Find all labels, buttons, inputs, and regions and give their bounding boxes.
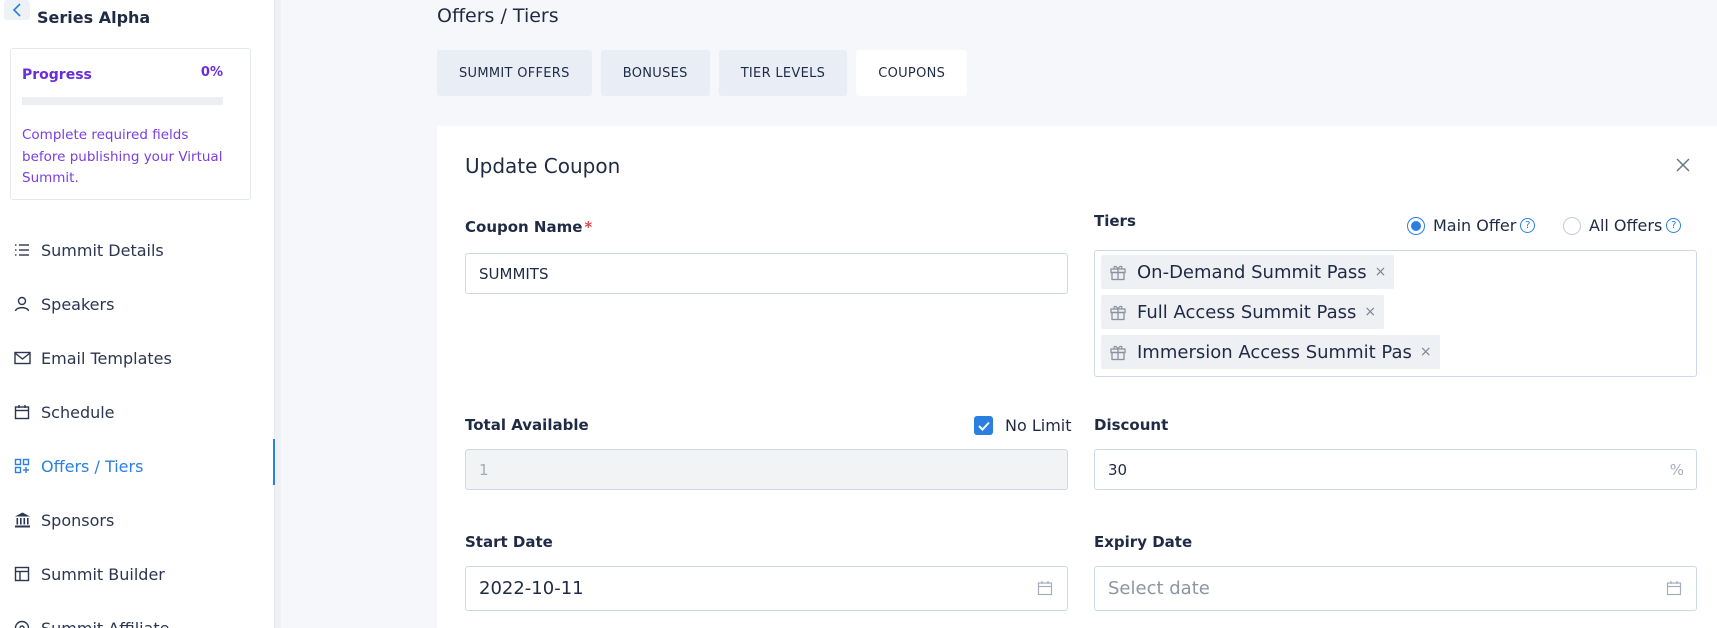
sidebar-item-summit-details[interactable]: Summit Details xyxy=(0,223,275,277)
remove-tag-icon[interactable]: × xyxy=(1375,264,1387,280)
progress-message: Complete required fields before publishi… xyxy=(22,127,223,186)
sidebar-item-label: Email Templates xyxy=(41,348,172,368)
close-icon xyxy=(1676,158,1690,172)
close-button[interactable] xyxy=(1675,156,1695,176)
tab-bar: SUMMIT OFFERS BONUSES TIER LEVELS COUPON… xyxy=(437,50,968,96)
affiliate-icon xyxy=(13,619,31,628)
chevron-left-icon xyxy=(12,3,21,17)
breadcrumb: Offers / Tiers xyxy=(437,5,559,27)
radio-main-offer[interactable]: Main Offer ? xyxy=(1407,216,1536,235)
sidebar-item-speakers[interactable]: Speakers xyxy=(0,277,275,331)
sidebar-item-label: Schedule xyxy=(41,402,115,422)
discount-value: 30 xyxy=(1108,460,1128,479)
radio-main-offer-button[interactable] xyxy=(1407,216,1425,235)
radio-all-offers[interactable]: All Offers ? xyxy=(1563,216,1682,235)
sidebar-item-summit-affiliate[interactable]: Summit Affiliate xyxy=(0,601,275,628)
sidebar-item-offers-tiers[interactable]: Offers / Tiers xyxy=(0,439,275,493)
sidebar-item-label: Summit Builder xyxy=(41,564,165,584)
update-coupon-panel: Update Coupon Coupon Name * SUMMITS Tiers… xyxy=(437,126,1717,628)
tier-tag: Immersion Access Summit Pas × xyxy=(1101,335,1440,369)
radio-main-offer-label: Main Offer xyxy=(1433,216,1517,235)
start-date-value: 2022-10-11 xyxy=(479,578,584,599)
sidebar-item-schedule[interactable]: Schedule xyxy=(0,385,275,439)
expiry-date-input[interactable]: Select date xyxy=(1094,566,1697,611)
coupon-name-label-text: Coupon Name xyxy=(465,218,583,236)
sidebar-nav: Summit Details Speakers Email Templates … xyxy=(0,223,275,628)
coupon-name-input[interactable]: SUMMITS xyxy=(465,253,1068,294)
required-mark: * xyxy=(584,218,593,236)
coupon-name-value: SUMMITS xyxy=(479,264,549,283)
sidebar-item-summit-builder[interactable]: Summit Builder xyxy=(0,547,275,601)
tab-bonuses[interactable]: BONUSES xyxy=(600,50,710,96)
gift-icon xyxy=(1110,305,1126,321)
discount-label: Discount xyxy=(1094,416,1169,434)
no-limit-checkbox[interactable]: No Limit xyxy=(974,416,1072,435)
total-available-label: Total Available xyxy=(465,416,589,434)
percent-suffix: % xyxy=(1669,460,1684,479)
progress-label: Progress xyxy=(22,67,92,83)
back-button[interactable] xyxy=(4,0,30,20)
discount-input[interactable]: 30 % xyxy=(1094,449,1697,490)
sidebar-item-label: Sponsors xyxy=(41,510,115,530)
offers-icon xyxy=(13,457,31,475)
help-icon[interactable]: ? xyxy=(1520,218,1536,233)
layout-icon xyxy=(13,565,31,583)
sidebar: Series Alpha Progress 0% Complete requir… xyxy=(0,0,275,628)
tab-tier-levels[interactable]: TIER LEVELS xyxy=(718,50,848,96)
tab-coupons[interactable]: COUPONS xyxy=(856,50,968,96)
sidebar-item-email-templates[interactable]: Email Templates xyxy=(0,331,275,385)
progress-percent: 0% xyxy=(200,65,223,80)
sidebar-divider xyxy=(275,0,281,628)
help-icon[interactable]: ? xyxy=(1666,218,1682,233)
total-available-value: 1 xyxy=(479,460,489,479)
calendar-icon[interactable] xyxy=(1037,580,1053,596)
start-date-label: Start Date xyxy=(465,533,553,551)
panel-title: Update Coupon xyxy=(465,154,621,178)
remove-tag-icon[interactable]: × xyxy=(1364,304,1376,320)
total-available-input[interactable]: 1 xyxy=(465,449,1068,490)
gift-icon xyxy=(1110,265,1126,281)
checkbox-checked[interactable] xyxy=(974,416,993,435)
progress-card: Progress 0% Complete required fields bef… xyxy=(10,48,251,200)
check-icon xyxy=(977,421,990,431)
tag-row: Full Access Summit Pass × xyxy=(1101,295,1690,335)
tier-tag: On-Demand Summit Pass × xyxy=(1101,255,1395,289)
sidebar-item-label: Offers / Tiers xyxy=(41,456,144,476)
remove-tag-icon[interactable]: × xyxy=(1420,344,1432,360)
sidebar-item-label: Summit Details xyxy=(41,240,164,260)
sidebar-item-label: Summit Affiliate xyxy=(41,618,170,628)
tiers-multiselect[interactable]: On-Demand Summit Pass × Full Access Summ… xyxy=(1094,250,1697,377)
tag-row: Immersion Access Summit Pas × xyxy=(1101,335,1690,375)
tag-row: On-Demand Summit Pass × xyxy=(1101,255,1690,295)
sidebar-item-label: Speakers xyxy=(41,294,115,314)
tiers-label: Tiers xyxy=(1094,212,1136,230)
coupon-name-label: Coupon Name * xyxy=(465,218,592,236)
expiry-date-label: Expiry Date xyxy=(1094,533,1193,551)
list-icon xyxy=(13,241,31,259)
tier-tag-label: Immersion Access Summit Pas xyxy=(1137,341,1412,363)
expiry-date-placeholder: Select date xyxy=(1108,578,1210,599)
tier-tag-label: On-Demand Summit Pass xyxy=(1137,261,1367,283)
tier-tag: Full Access Summit Pass × xyxy=(1101,295,1385,329)
tab-summit-offers[interactable]: SUMMIT OFFERS xyxy=(437,50,592,96)
calendar-icon xyxy=(13,403,31,421)
user-icon xyxy=(13,295,31,313)
start-date-input[interactable]: 2022-10-11 xyxy=(465,566,1068,611)
progress-bar xyxy=(22,97,223,105)
project-name: Series Alpha xyxy=(37,8,151,27)
tier-tag-label: Full Access Summit Pass xyxy=(1137,301,1357,323)
sidebar-item-sponsors[interactable]: Sponsors xyxy=(0,493,275,547)
no-limit-label: No Limit xyxy=(1005,416,1072,435)
radio-all-offers-button[interactable] xyxy=(1563,216,1581,235)
bank-icon xyxy=(13,511,31,529)
mail-icon xyxy=(13,349,31,367)
calendar-icon[interactable] xyxy=(1666,580,1682,596)
radio-all-offers-label: All Offers xyxy=(1589,216,1663,235)
gift-icon xyxy=(1110,345,1126,361)
